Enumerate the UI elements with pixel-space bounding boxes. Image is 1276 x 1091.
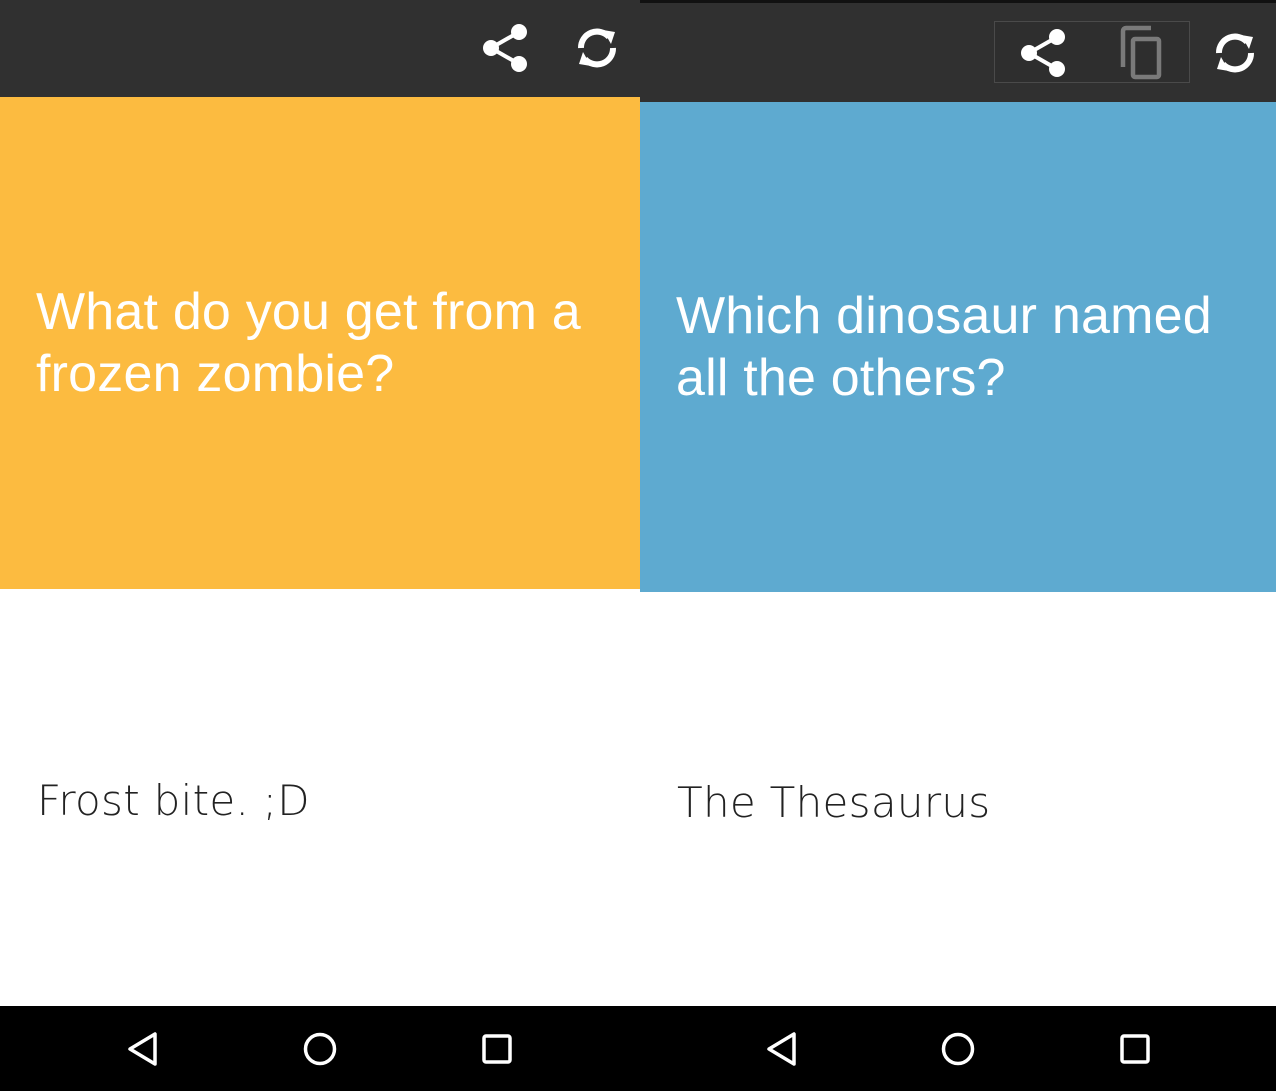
refresh-button[interactable]: [562, 14, 632, 82]
screen-right: Which dinosaur named all the others? The…: [640, 0, 1276, 1091]
question-card: What do you get from a frozen zombie?: [0, 97, 640, 589]
share-icon: [483, 24, 527, 72]
home-icon: [303, 1032, 337, 1065]
home-icon: [941, 1032, 975, 1065]
recents-button[interactable]: [1090, 1006, 1180, 1091]
app-bar: [640, 0, 1276, 102]
question-text: What do you get from a frozen zombie?: [36, 283, 581, 403]
app-bar: [0, 0, 640, 97]
refresh-icon: [577, 28, 617, 68]
system-nav-bar: [640, 1006, 1276, 1091]
recents-icon: [1120, 1033, 1150, 1064]
share-icon: [1021, 29, 1065, 77]
copy-button[interactable]: [1106, 20, 1176, 86]
answer-text: Frost bite. ;D: [37, 776, 310, 825]
recents-button[interactable]: [452, 1006, 542, 1091]
refresh-button[interactable]: [1200, 20, 1270, 86]
system-nav-bar: [0, 1006, 640, 1091]
recents-icon: [482, 1033, 512, 1064]
back-icon: [767, 1031, 796, 1066]
refresh-icon: [1215, 33, 1255, 73]
back-button[interactable]: [98, 1006, 188, 1091]
answer-text: The Thesaurus: [677, 778, 991, 827]
question-card: Which dinosaur named all the others?: [640, 102, 1276, 592]
home-button[interactable]: [913, 1006, 1003, 1091]
share-button[interactable]: [1008, 20, 1078, 86]
home-button[interactable]: [275, 1006, 365, 1091]
share-button[interactable]: [470, 14, 540, 82]
screen-left: What do you get from a frozen zombie? Fr…: [0, 0, 640, 1091]
copy-icon: [1120, 25, 1162, 80]
back-button[interactable]: [737, 1006, 827, 1091]
back-icon: [128, 1031, 157, 1066]
question-text: Which dinosaur named all the others?: [676, 287, 1212, 407]
